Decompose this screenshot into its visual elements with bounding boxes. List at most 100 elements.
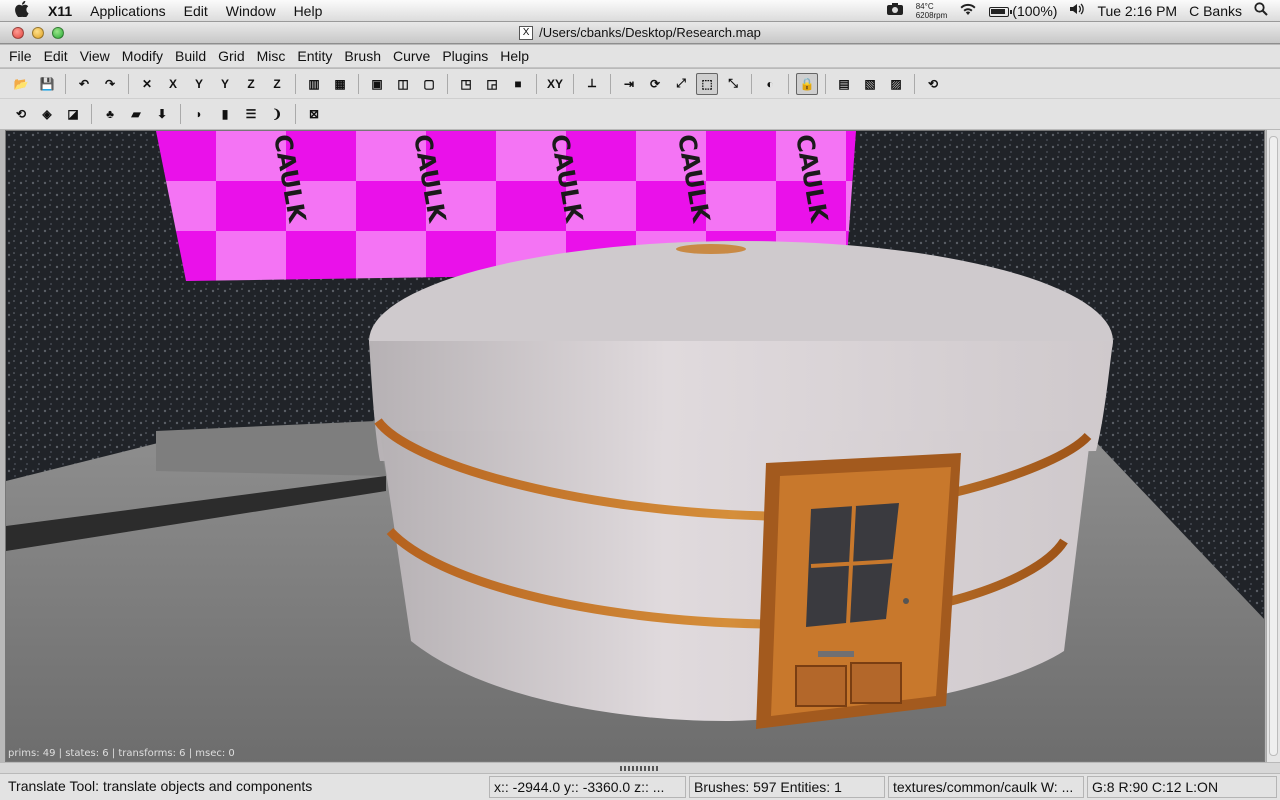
rotate-y-icon[interactable]: Y (214, 73, 236, 95)
status-bar: Translate Tool: translate objects and co… (0, 774, 1280, 800)
translate-icon[interactable]: ⇥ (618, 73, 640, 95)
menu-plugins[interactable]: Plugins (436, 48, 494, 64)
csg-merge-icon[interactable]: ■ (507, 73, 529, 95)
toolbar-separator (65, 73, 66, 94)
window-title: /Users/cbanks/Desktop/Research.map (539, 25, 761, 40)
menu-misc[interactable]: Misc (251, 48, 292, 64)
plugin-refresh-icon[interactable]: ⟲ (10, 103, 32, 125)
resize-icon[interactable]: ⤡ (722, 73, 744, 95)
menu-brush[interactable]: Brush (338, 48, 387, 64)
refresh-icon[interactable]: ⟲ (922, 73, 944, 95)
status-coordinates: x:: -2944.0 y:: -3360.0 z:: ... (489, 776, 686, 798)
lock-icon[interactable]: 🔒 (796, 72, 818, 95)
plugin-stack-icon[interactable]: ☰ (240, 103, 262, 125)
pane-splitter[interactable] (0, 763, 1280, 773)
apple-menu-icon[interactable] (0, 0, 44, 21)
status-hint: Translate Tool: translate objects and co… (8, 778, 313, 794)
view-change-icon[interactable]: ▣ (366, 73, 388, 95)
menu-curve[interactable]: Curve (387, 48, 436, 64)
texture-browser-icon[interactable]: ▨ (885, 73, 907, 95)
csg-subtract-icon[interactable]: ◲ (481, 73, 503, 95)
plugin-cube-icon[interactable]: ◈ (36, 103, 58, 125)
battery-status[interactable]: (100%) (989, 3, 1057, 19)
menubar-help[interactable]: Help (285, 3, 332, 19)
plugin-portal-icon[interactable]: ⊠ (303, 103, 325, 125)
menu-build[interactable]: Build (169, 48, 212, 64)
toolbar-separator (91, 104, 92, 124)
open-icon[interactable]: 📂 (10, 73, 32, 95)
clipper-icon[interactable]: ⟂ (581, 73, 603, 95)
window-minimize-button[interactable] (32, 27, 44, 39)
status-counts: Brushes: 597 Entities: 1 (689, 776, 885, 798)
viewport-scrollbar[interactable] (1266, 130, 1280, 762)
window-close-button[interactable] (12, 27, 24, 39)
macos-menubar: X11 Applications Edit Window Help 84°C 6… (0, 0, 1280, 22)
redo-icon[interactable]: ↷ (99, 73, 121, 95)
render-stats: prims: 49 | states: 6 | transforms: 6 | … (8, 748, 235, 759)
toolbar-separator (610, 73, 611, 94)
fan-speed-readout: 6208rpm (915, 10, 948, 20)
menu-file[interactable]: File (0, 48, 38, 64)
plugin-tree-icon[interactable]: ♣ (99, 103, 121, 125)
show-xy-icon[interactable]: XY (544, 73, 566, 95)
menubar-applications[interactable]: Applications (81, 3, 175, 19)
rotate-x-icon[interactable]: X (162, 73, 184, 95)
flip-z-icon[interactable]: Z (240, 73, 262, 95)
flip-y-icon[interactable]: Y (188, 73, 210, 95)
temperature-monitor[interactable]: 84°C 6208rpm (916, 2, 948, 20)
view-side-icon[interactable]: ◫ (392, 73, 414, 95)
wifi-icon[interactable] (959, 2, 977, 19)
plugin-book-icon[interactable]: ▮ (214, 103, 236, 125)
camera-icon[interactable] (886, 2, 904, 19)
select-touching-icon[interactable]: ▦ (329, 73, 351, 95)
camera-viewport[interactable]: CAULK CAULK CAULK CAULK CAULK prims: 49 … (5, 130, 1265, 762)
menu-help[interactable]: Help (494, 48, 535, 64)
battery-percent: (100%) (1012, 2, 1058, 19)
toolbar-separator (573, 73, 574, 94)
flip-x-icon[interactable]: ✕ (136, 73, 158, 95)
texture-lock-icon[interactable]: ◐ (759, 73, 781, 95)
menu-grid[interactable]: Grid (212, 48, 250, 64)
plugin-brackets-icon[interactable]: ❩ (266, 103, 288, 125)
toolbar-separator (788, 73, 789, 94)
splitter-grip-icon[interactable] (620, 765, 660, 771)
undo-icon[interactable]: ↶ (73, 73, 95, 95)
menu-entity[interactable]: Entity (291, 48, 338, 64)
toolbar-separator (825, 73, 826, 94)
toolbar-separator (180, 104, 181, 124)
menubar-user[interactable]: C Banks (1189, 3, 1242, 19)
spotlight-search-icon[interactable] (1254, 2, 1268, 19)
menu-edit[interactable]: Edit (38, 48, 74, 64)
viewport-scene: CAULK CAULK CAULK CAULK CAULK (6, 131, 1264, 761)
view-front-icon[interactable]: ▢ (418, 73, 440, 95)
menubar-clock[interactable]: Tue 2:16 PM (1097, 3, 1177, 19)
save-icon[interactable]: 💾 (36, 73, 58, 95)
menu-view[interactable]: View (74, 48, 116, 64)
surface-inspector-icon[interactable]: ▧ (859, 73, 881, 95)
status-texture: textures/common/caulk W: ... (888, 776, 1084, 798)
plugin-arrow-down-icon[interactable]: ⬇ (151, 103, 173, 125)
toolbar-separator (128, 73, 129, 94)
scale-icon[interactable]: ⤢ (670, 73, 692, 95)
drag-icon[interactable]: ⬚ (696, 72, 718, 95)
x11-app-icon: X (519, 25, 534, 40)
patch-inspector-icon[interactable]: ▤ (833, 73, 855, 95)
rotate-icon[interactable]: ⟳ (644, 73, 666, 95)
plugin-shield-icon[interactable]: ◗ (188, 103, 210, 125)
menubar-window[interactable]: Window (217, 3, 285, 19)
menubar-app-x11[interactable]: X11 (44, 3, 81, 19)
select-complete-tall-icon[interactable]: ▥ (303, 73, 325, 95)
csg-hollow-icon[interactable]: ◳ (455, 73, 477, 95)
menu-modify[interactable]: Modify (116, 48, 169, 64)
menubar-edit[interactable]: Edit (175, 3, 217, 19)
scrollbar-thumb[interactable] (1269, 136, 1278, 756)
volume-icon[interactable] (1069, 2, 1085, 19)
window-zoom-button[interactable] (52, 27, 64, 39)
plugin-toolbar: ⟲ ◈ ◪ ♣ ▰ ⬇ ◗ ▮ ☰ ❩ ⊠ (0, 99, 1280, 129)
toolbar-separator (447, 73, 448, 94)
plugin-texture-icon[interactable]: ◪ (62, 103, 84, 125)
toolbar-separator (914, 73, 915, 94)
window-titlebar[interactable]: X /Users/cbanks/Desktop/Research.map (0, 22, 1280, 44)
rotate-z-icon[interactable]: Z (266, 73, 288, 95)
plugin-train-icon[interactable]: ▰ (125, 103, 147, 125)
